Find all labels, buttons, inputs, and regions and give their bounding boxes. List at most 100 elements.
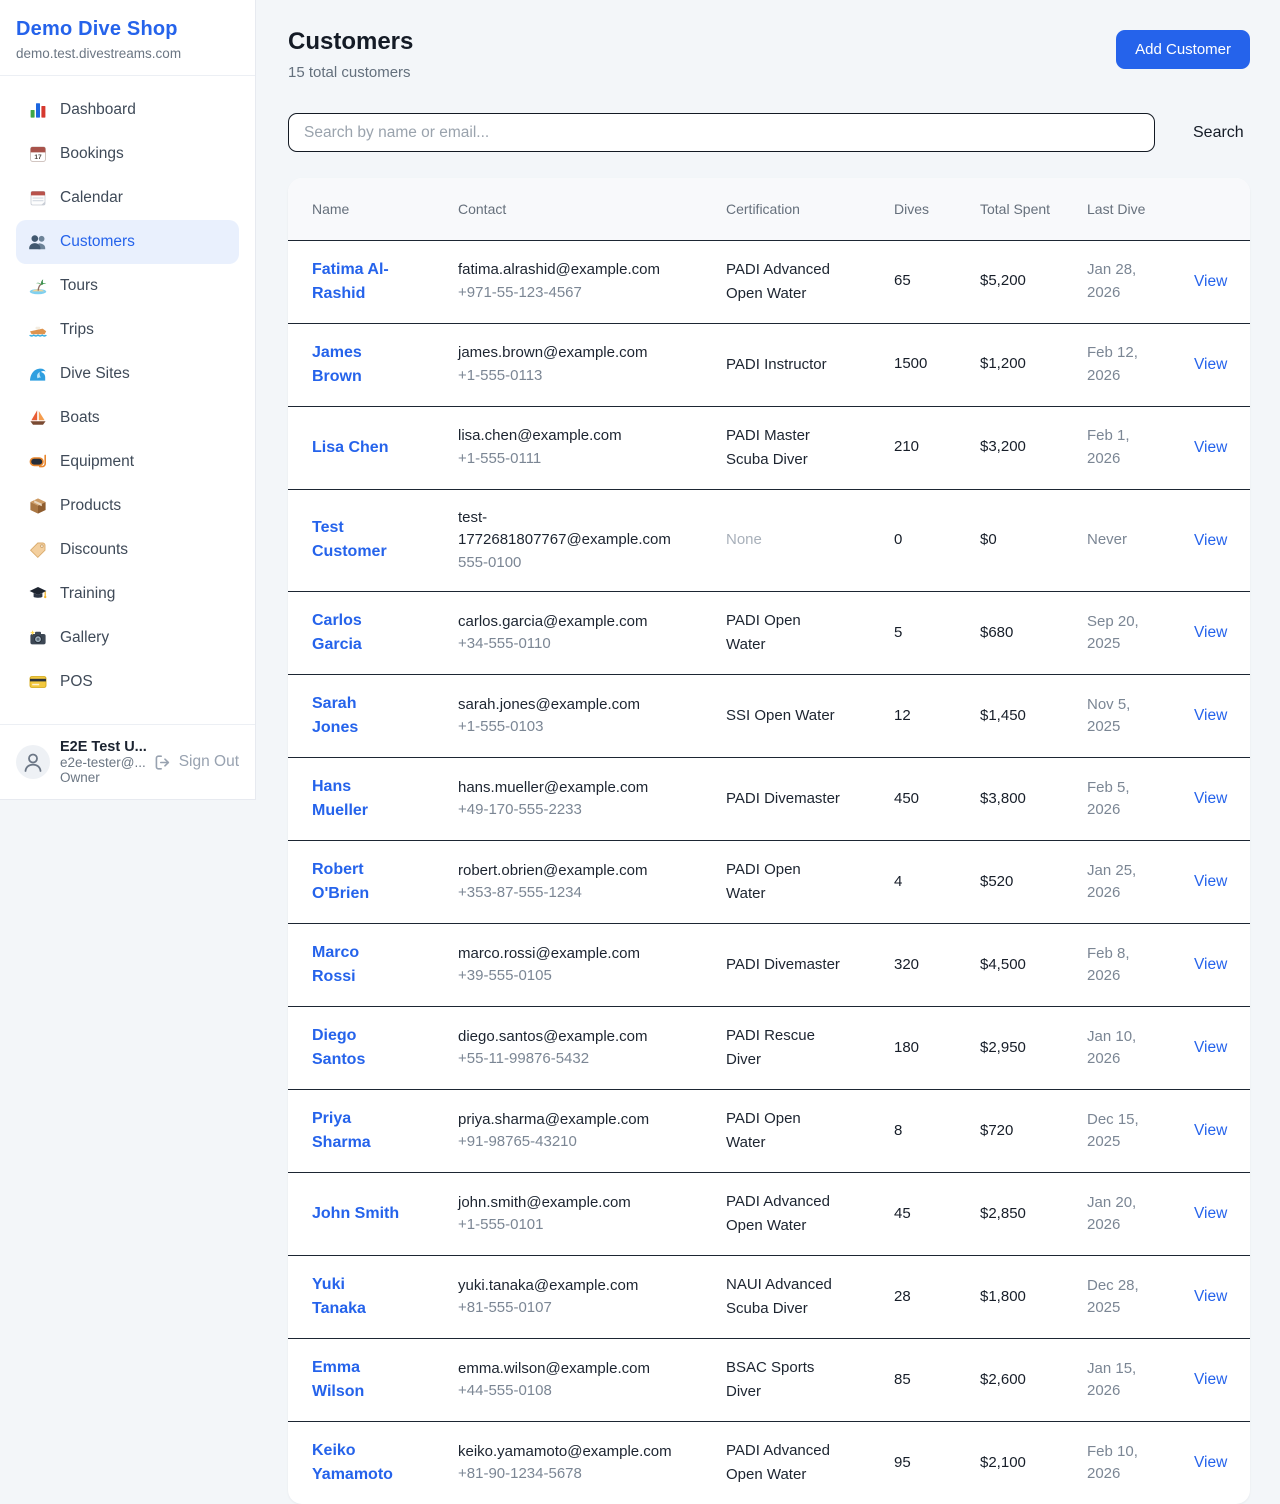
customer-certification: PADI Divemaster [726,953,844,977]
page-title: Customers [288,28,413,56]
view-link[interactable]: View [1194,873,1227,890]
customer-certification: PADI Advanced Open Water [726,1190,844,1238]
customer-last-dive: Jan 15, 2026 [1087,1358,1148,1403]
sidebar-item-label: Gallery [60,629,109,647]
view-link[interactable]: View [1194,790,1227,807]
customer-certification: PADI Rescue Diver [726,1024,844,1072]
view-link[interactable]: View [1194,532,1227,549]
sidebar-item-label: POS [60,673,93,691]
customer-name-link[interactable]: Robert O'Brien [312,858,402,906]
sidebar-item-label: Dashboard [60,101,136,119]
sidebar-item-pos[interactable]: POS [16,660,239,704]
customer-name-link[interactable]: Diego Santos [312,1024,402,1072]
sidebar-item-bookings[interactable]: 17 Bookings [16,132,239,176]
sidebar-item-calendar[interactable]: Calendar [16,176,239,220]
customer-name-link[interactable]: Keiko Yamamoto [312,1439,402,1487]
view-link[interactable]: View [1194,956,1227,973]
customer-email: james.brown@example.com [458,342,670,365]
customer-name-link[interactable]: Fatima Al-Rashid [312,258,402,306]
customer-name-link[interactable]: Carlos Garcia [312,609,402,657]
avatar [16,745,50,779]
view-link[interactable]: View [1194,1371,1227,1388]
customer-name-link[interactable]: Lisa Chen [312,436,388,460]
customer-name-link[interactable]: Priya Sharma [312,1107,402,1155]
sidebar-item-label: Products [60,497,121,515]
add-customer-button[interactable]: Add Customer [1116,30,1250,69]
search-button[interactable]: Search [1183,118,1254,148]
customer-email: robert.obrien@example.com [458,860,670,883]
column-header-name: Name [288,178,458,240]
view-link[interactable]: View [1194,1288,1227,1305]
view-link[interactable]: View [1194,1205,1227,1222]
customer-dives: 12 [894,675,980,758]
customer-name-link[interactable]: Marco Rossi [312,941,402,989]
customer-last-dive: Dec 28, 2025 [1087,1275,1148,1320]
sidebar-item-dive-sites[interactable]: Dive Sites [16,352,239,396]
total-customers-count: 15 total customers [288,64,413,81]
sidebar-item-label: Trips [60,321,94,339]
user-email: e2e-tester@... [60,755,143,770]
customer-last-dive: Feb 1, 2026 [1087,425,1148,470]
customer-name-link[interactable]: John Smith [312,1202,399,1226]
view-link[interactable]: View [1194,624,1227,641]
column-header-contact: Contact [458,178,726,240]
customers-table-body: Fatima Al-Rashid fatima.alrashid@example… [288,240,1250,1504]
view-link[interactable]: View [1194,1122,1227,1139]
wave-icon [28,364,48,384]
column-header-actions [1194,178,1250,240]
customer-last-dive: Jan 10, 2026 [1087,1026,1148,1071]
customer-dives: 4 [894,841,980,924]
customer-dives: 0 [894,489,980,592]
customer-email: priya.sharma@example.com [458,1109,670,1132]
customer-email: hans.mueller@example.com [458,777,670,800]
customer-dives: 180 [894,1007,980,1090]
view-link[interactable]: View [1194,356,1227,373]
sidebar-item-customers[interactable]: Customers [16,220,239,264]
view-link[interactable]: View [1194,1039,1227,1056]
customer-email: test-1772681807767@example.com [458,507,670,552]
customer-certification: SSI Open Water [726,704,844,728]
customer-email: keiko.yamamoto@example.com [458,1441,670,1464]
sidebar-item-gallery[interactable]: Gallery [16,616,239,660]
search-input[interactable] [288,113,1155,152]
column-header-last-dive: Last Dive [1087,178,1194,240]
sidebar-item-equipment[interactable]: Equipment [16,440,239,484]
customer-certification: BSAC Sports Diver [726,1356,844,1404]
view-link[interactable]: View [1194,1454,1227,1471]
customer-total-spent: $680 [980,592,1087,675]
table-row: Yuki Tanaka yuki.tanaka@example.com +81-… [288,1256,1250,1339]
customer-certification: NAUI Advanced Scuba Diver [726,1273,844,1321]
customer-last-dive: Feb 8, 2026 [1087,943,1148,988]
customer-name-link[interactable]: Sarah Jones [312,692,402,740]
sidebar-item-products[interactable]: Products [16,484,239,528]
table-row: Robert O'Brien robert.obrien@example.com… [288,841,1250,924]
dashboard-icon [28,100,48,120]
sign-out-button[interactable]: Sign Out [153,753,239,772]
view-link[interactable]: View [1194,273,1227,290]
sidebar-item-tours[interactable]: Tours [16,264,239,308]
view-link[interactable]: View [1194,439,1227,456]
customer-last-dive: Feb 5, 2026 [1087,777,1148,822]
customer-name-link[interactable]: James Brown [312,341,402,389]
table-row: Fatima Al-Rashid fatima.alrashid@example… [288,240,1250,323]
sidebar-item-dashboard[interactable]: Dashboard [16,88,239,132]
view-link[interactable]: View [1194,707,1227,724]
tag-icon [28,540,48,560]
customer-name-link[interactable]: Hans Mueller [312,775,402,823]
page-header: Customers 15 total customers Add Custome… [288,28,1250,81]
sidebar-item-trips[interactable]: Trips [16,308,239,352]
sidebar-item-boats[interactable]: Boats [16,396,239,440]
table-row: James Brown james.brown@example.com +1-5… [288,323,1250,406]
customer-certification: None [726,528,844,552]
sidebar-item-training[interactable]: Training [16,572,239,616]
sidebar-item-discounts[interactable]: Discounts [16,528,239,572]
customer-email: john.smith@example.com [458,1192,670,1215]
customer-name-link[interactable]: Test Customer [312,516,402,564]
customers-table-card: Name Contact Certification Dives Total S… [288,178,1250,1504]
customer-phone: +353-87-555-1234 [458,882,670,905]
column-header-total-spent: Total Spent [980,178,1087,240]
customer-total-spent: $1,200 [980,323,1087,406]
customer-name-link[interactable]: Yuki Tanaka [312,1273,402,1321]
table-row: Priya Sharma priya.sharma@example.com +9… [288,1090,1250,1173]
customer-name-link[interactable]: Emma Wilson [312,1356,402,1404]
